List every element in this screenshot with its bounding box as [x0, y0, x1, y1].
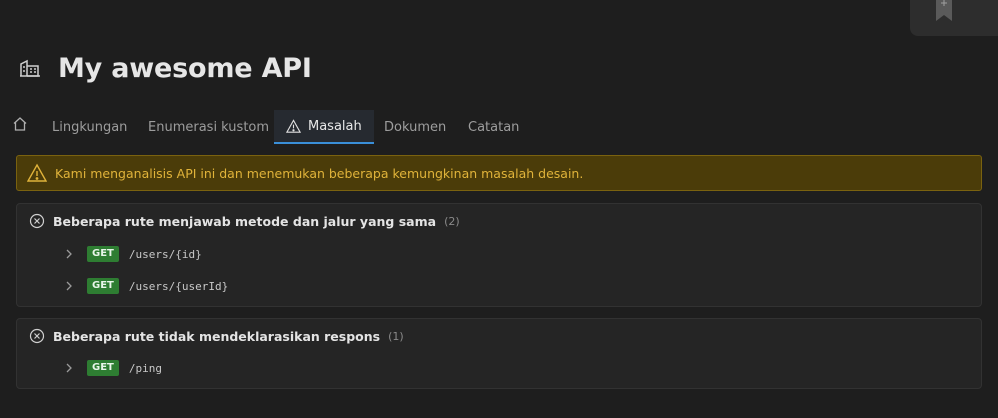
tab-label: Lingkungan — [52, 119, 128, 135]
issue-header[interactable]: Beberapa rute menjawab metode dan jalur … — [29, 213, 460, 229]
tab-catatan[interactable]: Catatan — [468, 110, 519, 144]
warning-icon — [27, 163, 47, 183]
bookmark-add-icon[interactable] — [934, 0, 954, 22]
issue-count: (2) — [444, 214, 460, 228]
tab-dokumen[interactable]: Dokumen — [384, 110, 446, 144]
route-row[interactable]: GET /users/{id} — [63, 244, 202, 264]
tab-enumerasi-kustom[interactable]: Enumerasi kustom — [148, 110, 269, 144]
method-badge: GET — [87, 246, 119, 262]
page-title: My awesome API — [58, 52, 312, 84]
banner-text: Kami menganalisis API ini dan menemukan … — [55, 165, 584, 181]
api-building-icon — [18, 54, 46, 82]
tab-lingkungan[interactable]: Lingkungan — [52, 110, 127, 144]
warning-icon — [286, 118, 301, 134]
issue-card: Beberapa rute tidak mendeklarasikan resp… — [16, 318, 982, 389]
chevron-right-icon[interactable] — [63, 248, 75, 260]
route-row[interactable]: GET /ping — [63, 358, 162, 378]
route-path: /users/{userId} — [128, 279, 229, 293]
issue-header[interactable]: Beberapa rute tidak mendeklarasikan resp… — [29, 328, 404, 344]
circle-x-icon — [29, 328, 45, 344]
chevron-right-icon[interactable] — [63, 362, 75, 374]
tab-label: Dokumen — [384, 119, 447, 135]
circle-x-icon — [29, 213, 45, 229]
issue-card: Beberapa rute menjawab metode dan jalur … — [16, 203, 982, 307]
method-badge: GET — [87, 360, 119, 376]
chevron-right-icon[interactable] — [63, 280, 75, 292]
route-path: /users/{id} — [128, 247, 202, 261]
tab-masalah[interactable]: Masalah — [274, 110, 374, 144]
tab-bar: Lingkungan Enumerasi kustom Masalah Doku… — [0, 110, 998, 144]
tab-label: Masalah — [308, 118, 362, 134]
method-badge: GET — [87, 278, 119, 294]
issue-count: (1) — [388, 329, 404, 343]
warning-banner: Kami menganalisis API ini dan menemukan … — [16, 155, 982, 191]
tab-label: Catatan — [468, 119, 520, 135]
home-icon[interactable] — [12, 116, 28, 132]
route-row[interactable]: GET /users/{userId} — [63, 276, 228, 296]
issue-title: Beberapa rute tidak mendeklarasikan resp… — [53, 328, 381, 344]
tab-label: Enumerasi kustom — [148, 119, 270, 135]
page-header: My awesome API — [18, 50, 312, 86]
corner-panel — [910, 0, 998, 36]
issue-title: Beberapa rute menjawab metode dan jalur … — [53, 213, 437, 229]
route-path: /ping — [128, 361, 162, 375]
